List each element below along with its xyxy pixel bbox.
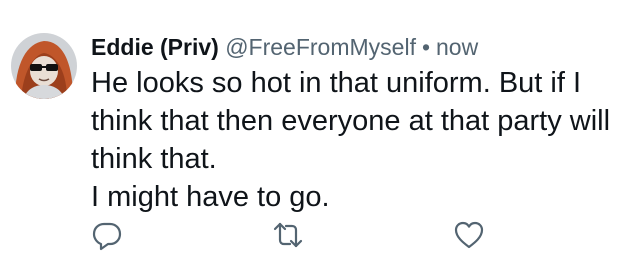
tweet-header: Eddie (Priv) @FreeFromMyself • now [91,30,631,64]
separator-dot: • [421,34,431,60]
avatar-image [11,33,77,99]
tweet-text-line: think that then everyone at that party w… [91,105,611,137]
like-icon [454,221,484,249]
tweet-content: Eddie (Priv) @FreeFromMyself • now He look… [91,30,631,216]
display-name[interactable]: Eddie (Priv) [91,34,219,60]
retweet-icon [273,222,303,248]
avatar[interactable] [11,33,77,99]
tweet-text: He looks so hot in that uniform. But if … [91,64,631,216]
tweet-text-line: think that. [91,143,217,175]
reply-icon [92,222,122,251]
tweet[interactable]: Eddie (Priv) @FreeFromMyself • now He look… [0,0,640,258]
timestamp[interactable]: now [436,34,478,60]
tweet-actions [0,218,640,252]
tweet-text-line: He looks so hot in that uniform. But if … [91,67,582,99]
tweet-text-line: I might have to go. [91,181,330,213]
user-handle[interactable]: @FreeFromMyself [225,34,416,60]
retweet-button[interactable] [271,218,305,252]
reply-button[interactable] [90,218,124,252]
like-button[interactable] [452,218,486,252]
